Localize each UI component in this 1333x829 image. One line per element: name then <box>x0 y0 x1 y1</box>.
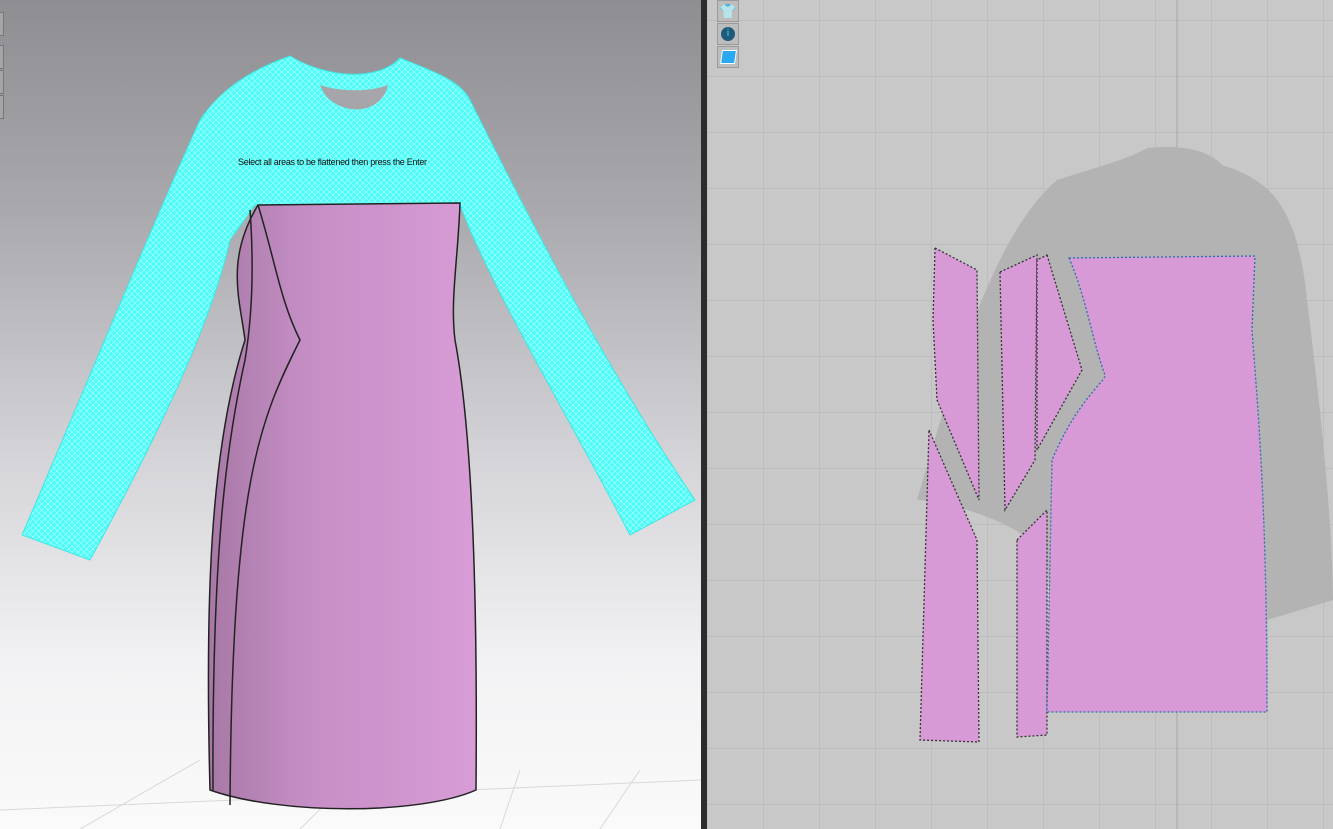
show-avatar-icon: 👕 <box>719 2 737 19</box>
pattern-view-button[interactable] <box>717 46 739 68</box>
3d-garment[interactable] <box>0 0 701 829</box>
3d-viewport[interactable]: Select all areas to be flattened then pr… <box>0 0 701 829</box>
show-avatar-button[interactable]: 👕 <box>717 0 739 22</box>
pattern-view-icon <box>719 50 737 64</box>
show-info-button[interactable]: i <box>717 23 739 45</box>
pattern-piece-lower-strip[interactable] <box>1016 508 1048 738</box>
instruction-text: Select all areas to be flattened then pr… <box>238 157 427 167</box>
dress-body <box>207 202 478 810</box>
show-info-icon: i <box>721 27 735 41</box>
pattern-pieces[interactable] <box>707 0 1333 829</box>
2d-pattern-viewport[interactable]: 👕 i <box>707 0 1333 829</box>
